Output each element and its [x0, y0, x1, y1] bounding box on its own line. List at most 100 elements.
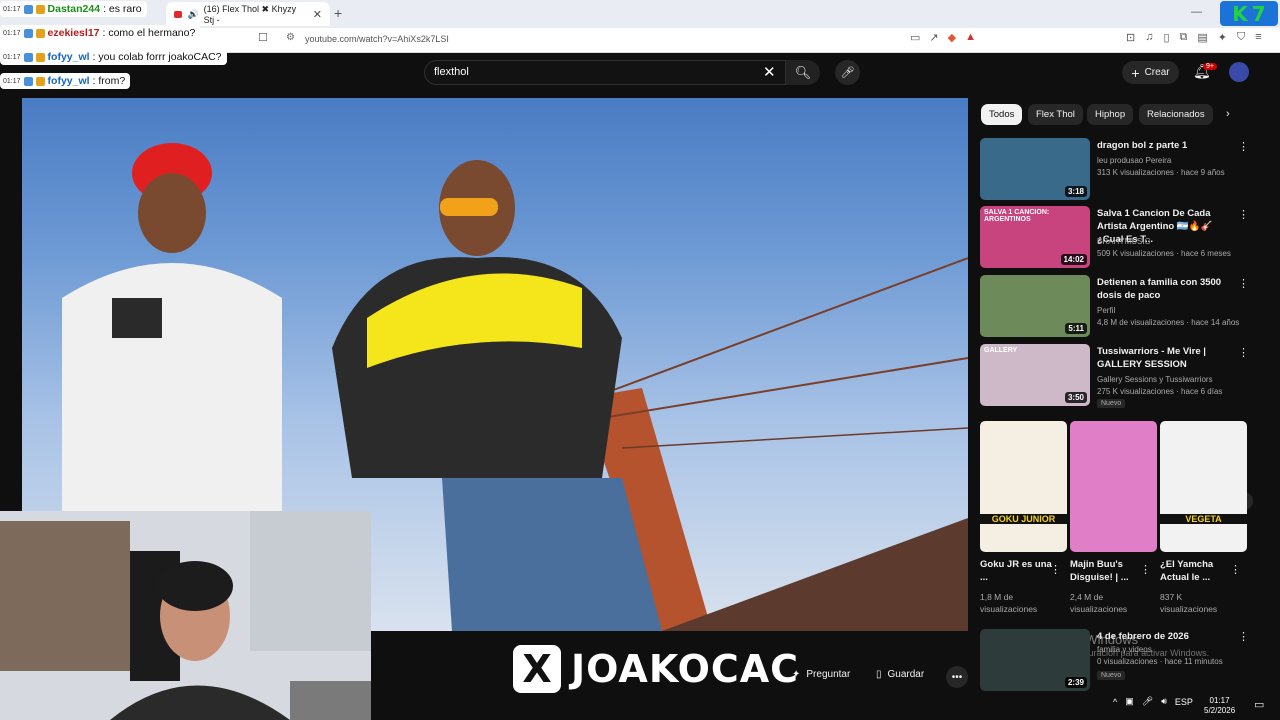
video-menu-icon[interactable]: ⋮	[1238, 277, 1249, 290]
create-label: Crear	[1144, 67, 1170, 78]
cast-icon[interactable]: ▭	[910, 31, 920, 44]
video-thumbnail[interactable]: 3:18	[980, 138, 1090, 200]
video-title[interactable]: Tussiwarriors - Me Vire | GALLERY SESSIO…	[1097, 345, 1231, 371]
short-thumbnail[interactable]: GOKU JUNIOR	[980, 421, 1067, 552]
chat-badge-icon	[35, 76, 45, 86]
youtube-favicon-icon	[174, 10, 183, 18]
clock-date: 5/2/2026	[1204, 706, 1236, 715]
taskbar-clock[interactable]: 01:17 5/2/2026	[1204, 696, 1235, 716]
site-info-icon[interactable]: ⚙	[286, 32, 295, 43]
chat-username: Dastan244	[47, 3, 101, 15]
video-thumbnail[interactable]: 5:11	[980, 275, 1090, 337]
notification-center-icon[interactable]: ▭	[1254, 698, 1264, 711]
menu-icon[interactable]: ≡	[1255, 31, 1261, 44]
chat-message: 01:17 fofyy_wl: you colab forrr joakoCAC?	[0, 49, 227, 65]
short-title[interactable]: ¿El Yamcha Actual le ...	[1160, 558, 1236, 584]
short-thumbnail[interactable]	[1070, 421, 1157, 552]
tab-close-icon[interactable]: ✕	[313, 8, 322, 21]
network-icon[interactable]: ▣	[1125, 696, 1134, 707]
brave-rewards-icon[interactable]: ▲	[965, 31, 976, 44]
channel-name[interactable]: familia y videos	[1097, 645, 1152, 654]
video-thumbnail[interactable]: SALVA 1 CANCION: ARGENTINOS 14:02	[980, 206, 1090, 268]
minimize-icon[interactable]: —	[1191, 6, 1202, 18]
screenshot-icon[interactable]: ⊡	[1126, 31, 1135, 44]
search-box[interactable]	[424, 60, 786, 85]
video-menu-icon[interactable]: ⋮	[1238, 346, 1249, 359]
video-menu-icon[interactable]: ⋮	[1238, 208, 1249, 221]
volume-icon[interactable]: 🔊︎	[1161, 696, 1167, 707]
chat-timestamp: 01:17	[3, 53, 21, 61]
clear-search-icon[interactable]: ✕	[763, 63, 776, 81]
video-title[interactable]: dragon bol z parte 1	[1097, 139, 1231, 152]
brave-shield-icon[interactable]: ◆	[948, 31, 956, 44]
chevron-up-icon[interactable]: ^	[1113, 697, 1117, 707]
short-menu-icon[interactable]: ⋮	[1050, 563, 1061, 576]
video-meta: 275 K visualizaciones · hace 6 días	[1097, 387, 1223, 396]
sparkle-icon: ✦	[792, 669, 801, 680]
share-icon[interactable]: ↗	[929, 31, 938, 44]
short-views: 1,8 M de visualizaciones	[980, 592, 1038, 614]
channel-name[interactable]: Gallery Sessions y Tussiwarriors	[1097, 375, 1213, 384]
search-icon: 🔍︎	[794, 64, 812, 80]
language-indicator[interactable]: ESP	[1175, 697, 1193, 707]
chevron-right-icon[interactable]: ›	[1226, 108, 1230, 120]
short-title[interactable]: Goku JR es una ...	[980, 558, 1056, 584]
avatar[interactable]	[1229, 62, 1249, 82]
video-thumbnail[interactable]: 2:39	[980, 629, 1090, 691]
extensions-icon[interactable]: ⧉	[1180, 31, 1188, 44]
chat-text: : from?	[92, 75, 126, 87]
short-thumbnail[interactable]: VEGETA	[1160, 421, 1247, 552]
short-title[interactable]: Majin Buu's Disguise! | ...	[1070, 558, 1146, 584]
video-duration: 14:02	[1060, 254, 1087, 265]
person-yellow-jacket	[332, 160, 662, 631]
url-field[interactable]: youtube.com/watch?v=AhiXs2k7LSI	[305, 34, 449, 44]
video-title[interactable]: 4 de febrero de 2026	[1097, 630, 1231, 643]
music-icon[interactable]: ♫	[1145, 31, 1153, 44]
ask-button[interactable]: ✦ Preguntar	[792, 669, 850, 680]
new-tab-icon[interactable]: +	[334, 5, 342, 21]
chip-flex-thol[interactable]: Flex Thol	[1028, 104, 1083, 125]
sidebar-icon[interactable]: ▯	[1163, 31, 1169, 44]
bookmark-save-icon: ▯	[876, 669, 882, 680]
short-menu-icon[interactable]: ⋮	[1230, 563, 1241, 576]
short-menu-icon[interactable]: ⋮	[1140, 563, 1151, 576]
video-thumbnail[interactable]: GALLERY 3:50	[980, 344, 1090, 406]
chat-timestamp: 01:17	[3, 5, 21, 13]
chip-relacionados[interactable]: Relacionados	[1139, 104, 1213, 125]
channel-name[interactable]: BRAHYMUSIC	[1097, 237, 1150, 246]
create-button[interactable]: + Crear	[1122, 61, 1179, 84]
chat-timestamp: 01:17	[3, 77, 21, 85]
tab-title: (16) Flex Thol ✖ Khyzy Stj -	[203, 3, 297, 25]
chip-todos[interactable]: Todos	[981, 104, 1023, 125]
video-menu-icon[interactable]: ⋮	[1238, 140, 1249, 153]
mic-tray-icon[interactable]: 🎤︎	[1142, 696, 1153, 707]
channel-name[interactable]: Perfil	[1097, 306, 1115, 315]
ai-icon[interactable]: ✦	[1218, 31, 1227, 44]
chat-username: ezekiesl17	[47, 27, 100, 39]
search-input[interactable]: flexthol	[434, 66, 469, 78]
streamer-handle: JOAKOCAC	[571, 647, 800, 691]
search-button[interactable]: 🔍︎	[786, 60, 820, 85]
save-button[interactable]: ▯ Guardar	[876, 669, 924, 680]
chat-text: : es raro	[103, 3, 142, 15]
vpn-icon[interactable]: ⛉	[1237, 31, 1245, 44]
chat-text: : you colab forrr joakoCAC?	[92, 51, 222, 63]
channel-name[interactable]: leu produsao Pereira	[1097, 156, 1171, 165]
chat-badge-icon	[23, 4, 33, 14]
wallet-icon[interactable]: ▤	[1197, 31, 1207, 44]
bookmark-icon[interactable]: ☐	[258, 31, 268, 44]
thumbnail-text: GALLERY	[984, 347, 1018, 354]
chip-hiphop[interactable]: Hiphop	[1087, 104, 1134, 125]
video-menu-icon[interactable]: ⋮	[1238, 630, 1249, 643]
video-duration: 3:50	[1064, 392, 1087, 403]
video-title[interactable]: Detienen a familia con 3500 dosis de pac…	[1097, 276, 1231, 302]
chat-message: 01:17 Dastan244: es raro	[0, 1, 147, 17]
video-duration: 5:11	[1065, 323, 1087, 334]
browser-tab[interactable]: 🔊 (16) Flex Thol ✖ Khyzy Stj - ✕	[166, 2, 330, 26]
video-meta: 509 K visualizaciones · hace 6 meses	[1097, 249, 1231, 258]
ask-label: Preguntar	[806, 669, 851, 680]
voice-search-button[interactable]: 🎤︎	[835, 60, 860, 85]
chat-message: 01:17 fofyy_wl: from?	[0, 73, 131, 89]
chat-timestamp: 01:17	[3, 29, 21, 37]
more-actions-button[interactable]: •••	[946, 666, 968, 688]
